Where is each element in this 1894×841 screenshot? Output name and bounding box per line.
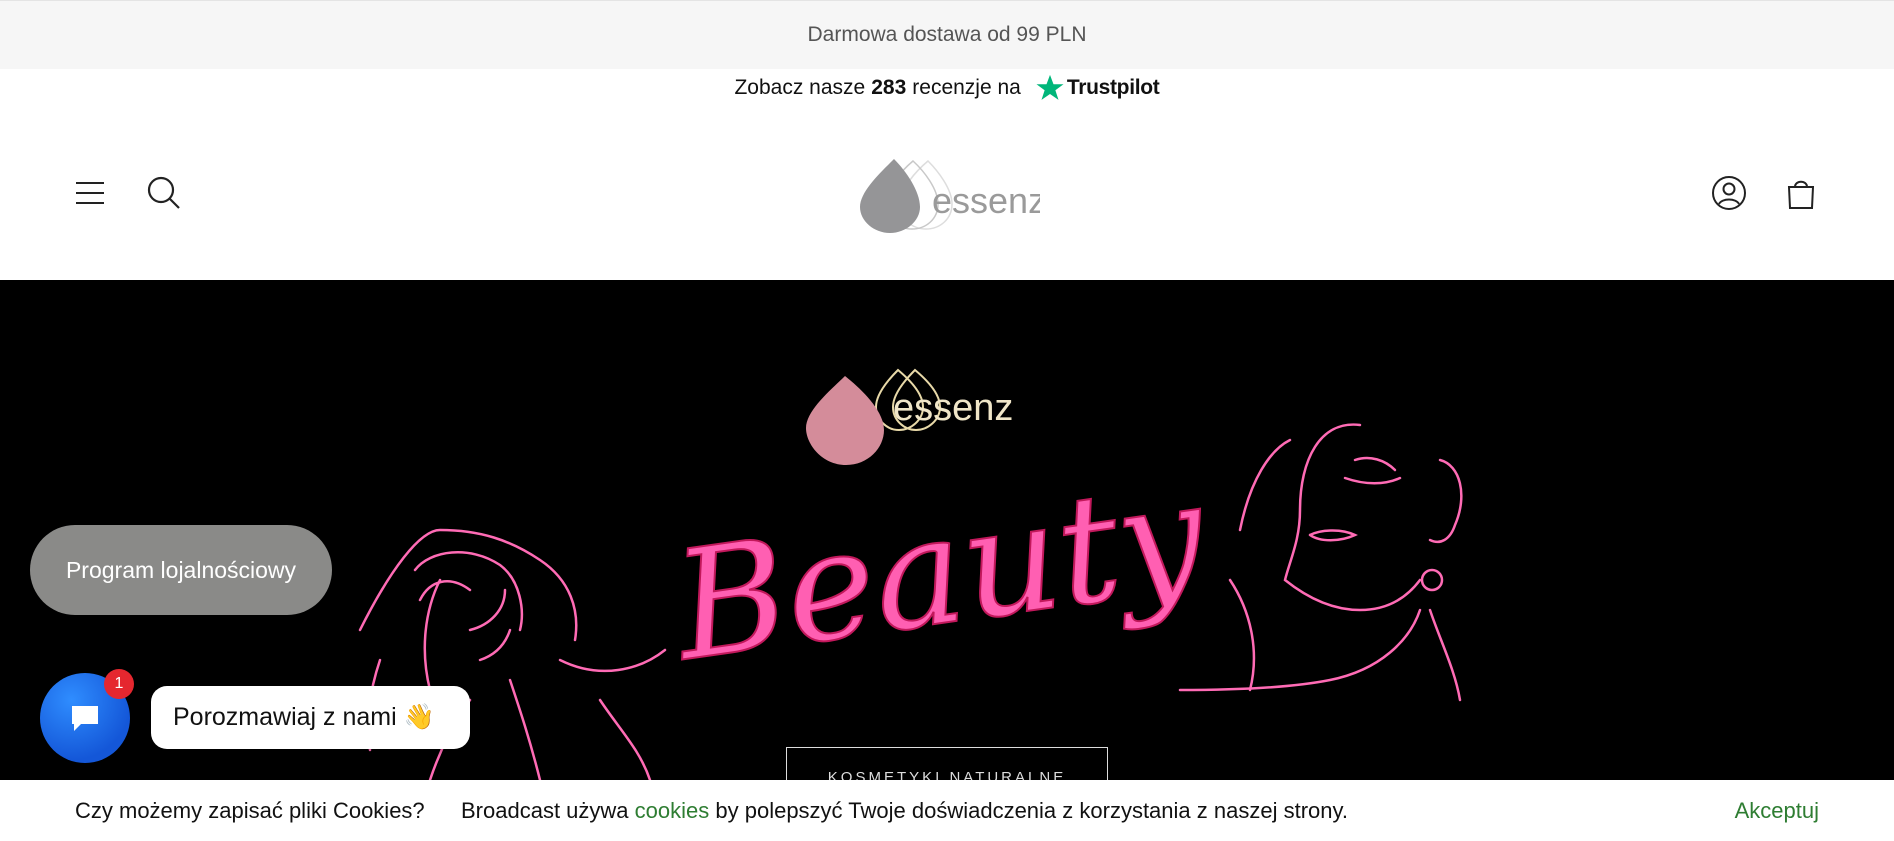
menu-icon — [76, 182, 104, 204]
search-button[interactable] — [144, 173, 184, 213]
trustpilot-star-icon — [1036, 74, 1064, 100]
trustpilot-suffix: recenzje na — [912, 76, 1021, 99]
hero-right-figure — [1178, 423, 1463, 702]
trustpilot-brand: Trustpilot — [1066, 76, 1160, 99]
trustpilot-logo[interactable]: Trustpilot — [1035, 73, 1160, 103]
trustpilot-review-count: 283 — [871, 76, 907, 99]
hero-cta-label: KOSMETYKI NATURALNE — [827, 768, 1067, 781]
trustpilot-prefix: Zobacz nasze — [734, 76, 866, 99]
hero-logo: essenz — [806, 368, 1013, 465]
cookie-message-before: Broadcast używa — [461, 798, 629, 823]
cookie-message: Broadcast używa cookies by polepszyć Two… — [461, 798, 1348, 824]
loyalty-program-label: Program lojalnościowy — [65, 556, 297, 583]
cart-button[interactable] — [1781, 173, 1821, 213]
cart-icon — [1787, 180, 1815, 209]
cookie-consent-bar: Czy możemy zapisać pliki Cookies? Broadc… — [0, 781, 1894, 841]
chat-notification-badge: 1 — [104, 669, 134, 699]
chat-prompt-bubble[interactable]: Porozmawiaj z nami 👋 — [151, 686, 470, 749]
hero-cta-button[interactable]: KOSMETYKI NATURALNE — [786, 747, 1108, 780]
cookie-message-after: by polepszyć Twoje doświadczenia z korzy… — [715, 798, 1348, 823]
chat-icon — [72, 706, 98, 731]
hero-logo-text: essenz — [893, 387, 1013, 429]
account-icon — [1712, 176, 1746, 210]
site-logo-text: essenz — [932, 180, 1040, 221]
chat-prompt-text: Porozmawiaj z nami 👋 — [173, 703, 435, 731]
cookie-question: Czy możemy zapisać pliki Cookies? — [75, 798, 425, 823]
loyalty-program-button[interactable]: Program lojalnościowy — [30, 525, 332, 615]
hero-script-title: Beauty — [662, 448, 1216, 695]
announcement-bar: Darmowa dostawa od 99 PLN — [0, 0, 1894, 69]
search-icon — [147, 176, 180, 209]
trustpilot-widget[interactable]: Zobacz nasze 283 recenzje na Trustpilot — [0, 69, 1894, 107]
account-button[interactable] — [1709, 173, 1749, 213]
cookie-accept-button[interactable]: Akceptuj — [1735, 798, 1819, 824]
announcement-text: Darmowa dostawa od 99 PLN — [807, 23, 1087, 46]
site-header: essenz — [0, 107, 1894, 280]
menu-button[interactable] — [70, 173, 110, 213]
cookie-policy-link[interactable]: cookies — [635, 798, 710, 823]
site-logo[interactable]: essenz — [858, 149, 1040, 235]
